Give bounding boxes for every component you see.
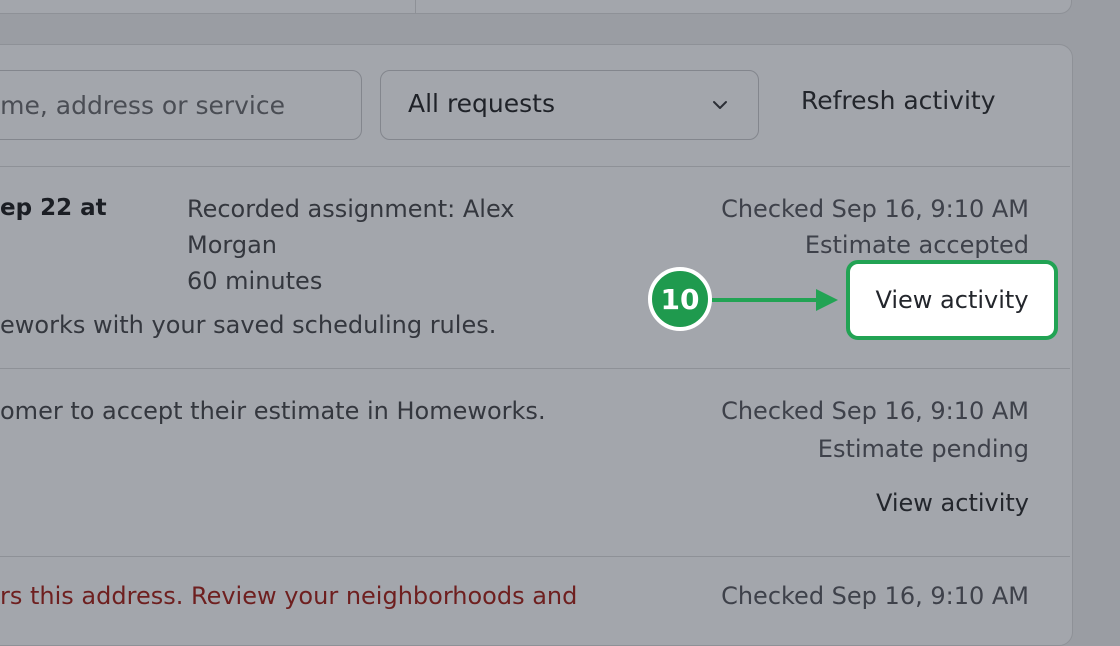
checked-timestamp: Checked Sep 16, 9:10 AM [721,195,1029,223]
status-text: Estimate pending [817,435,1029,463]
row-warning: rs this address. Review your neighborhoo… [0,582,578,610]
chevron-down-icon [713,101,727,109]
checked-timestamp: Checked Sep 16, 9:10 AM [721,582,1029,610]
row-note: eworks with your saved scheduling rules. [0,311,497,339]
request-filter-select[interactable]: All requests [380,70,759,140]
row-date: ep 22 at [0,195,107,221]
row-divider [0,556,1070,557]
view-activity-button[interactable]: View activity [846,260,1058,340]
view-activity-link[interactable]: View activity [876,489,1029,517]
summary-card [0,0,1072,14]
search-field[interactable] [0,70,362,140]
header-divider [0,166,1070,167]
duration-text: 60 minutes [187,267,323,295]
checked-timestamp: Checked Sep 16, 9:10 AM [721,397,1029,425]
assignment-line: Morgan [187,231,277,259]
step-badge: 10 [648,267,712,331]
summary-divider [415,0,416,13]
select-value: All requests [408,89,555,118]
search-input[interactable] [0,71,361,139]
status-text: Estimate accepted [804,231,1029,259]
row-note: omer to accept their estimate in Homewor… [0,397,546,425]
arrow-right-icon [712,289,838,311]
refresh-activity-button[interactable]: Refresh activity [801,86,996,115]
row-divider [0,368,1070,369]
assignment-line: Recorded assignment: Alex [187,195,515,223]
